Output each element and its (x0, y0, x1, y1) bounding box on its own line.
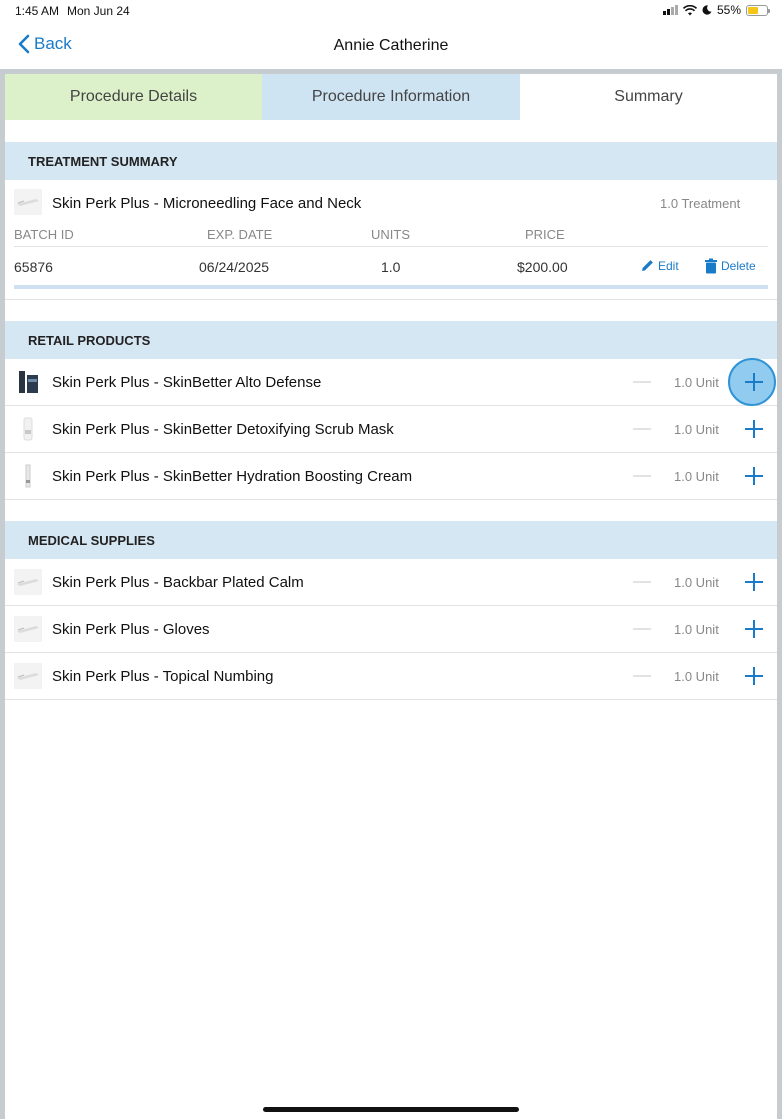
navigation-bar: Back Annie Catherine (0, 22, 782, 70)
product-thumbnail-icon (14, 663, 42, 689)
product-thumbnail-icon (25, 464, 31, 488)
home-indicator[interactable] (263, 1107, 519, 1112)
delete-button[interactable]: Delete (704, 258, 756, 274)
column-header-units: UNITS (371, 227, 410, 242)
plus-icon[interactable] (742, 664, 766, 688)
edit-button[interactable]: Edit (640, 258, 679, 273)
retail-products-header: RETAIL PRODUCTS (5, 321, 777, 359)
decrement-button[interactable] (633, 628, 651, 630)
treatment-row-underline (14, 285, 768, 289)
trash-icon (705, 258, 717, 274)
product-thumbnail-icon (14, 569, 42, 595)
product-name: Skin Perk Plus - Gloves (52, 620, 210, 638)
tab-procedure-information[interactable]: Procedure Information (262, 74, 520, 120)
delete-label: Delete (721, 259, 756, 273)
decrement-button[interactable] (633, 675, 651, 677)
plus-icon[interactable] (742, 417, 766, 441)
product-quantity: 1.0 Unit (674, 668, 719, 684)
treatment-name: Skin Perk Plus - Microneedling Face and … (52, 195, 362, 212)
plus-icon[interactable] (742, 464, 766, 488)
product-quantity: 1.0 Unit (674, 374, 719, 390)
plus-icon[interactable] (742, 370, 766, 394)
product-name: Skin Perk Plus - Topical Numbing (52, 667, 274, 685)
tab-summary[interactable]: Summary (520, 74, 777, 120)
product-thumbnail-icon (14, 616, 42, 642)
plus-icon[interactable] (742, 570, 766, 594)
product-thumbnail-icon (23, 417, 33, 441)
units-value: 1.0 (381, 259, 401, 275)
treatment-summary-header: TREATMENT SUMMARY (5, 142, 777, 180)
plus-icon[interactable] (742, 617, 766, 641)
battery-icon (746, 4, 770, 16)
status-indicators: 55% (662, 3, 770, 17)
product-thumbnail-icon (14, 189, 42, 215)
decrement-button[interactable] (633, 381, 651, 383)
decrement-button[interactable] (633, 475, 651, 477)
tab-procedure-details[interactable]: Procedure Details (5, 74, 262, 120)
decrement-button[interactable] (633, 581, 651, 583)
battery-percentage: 55% (716, 3, 741, 17)
price-value: $200.00 (517, 259, 568, 275)
list-item: Skin Perk Plus - Topical Numbing 1.0 Uni… (5, 653, 777, 700)
status-bar: 1:45 AM Mon Jun 24 55% (0, 0, 782, 22)
divider (14, 246, 768, 247)
list-item: Skin Perk Plus - SkinBetter Hydration Bo… (5, 453, 777, 500)
exp-date-value: 06/24/2025 (199, 259, 270, 275)
wifi-icon (682, 4, 697, 15)
product-name: Skin Perk Plus - SkinBetter Hydration Bo… (52, 467, 413, 485)
product-quantity: 1.0 Unit (674, 421, 719, 437)
column-header-price: PRICE (525, 227, 565, 242)
product-quantity: 1.0 Unit (674, 468, 719, 484)
main-content: Procedure Details Procedure Information … (0, 69, 782, 1119)
list-item: Skin Perk Plus - SkinBetter Detoxifying … (5, 406, 777, 453)
decrement-button[interactable] (633, 428, 651, 430)
tab-bar: Procedure Details Procedure Information … (5, 74, 777, 120)
batch-id-value: 65876 (14, 259, 53, 275)
product-thumbnail-icon (19, 371, 38, 393)
treatment-quantity: 1.0 Treatment (660, 196, 741, 211)
edit-label: Edit (658, 258, 679, 273)
product-name: Skin Perk Plus - Backbar Plated Calm (52, 573, 304, 591)
list-item: Skin Perk Plus - Backbar Plated Calm 1.0… (5, 559, 777, 606)
status-date: Mon Jun 24 (67, 4, 130, 18)
page-title: Annie Catherine (333, 37, 449, 54)
product-name: Skin Perk Plus - SkinBetter Detoxifying … (52, 420, 394, 438)
cellular-signal-icon (662, 5, 678, 15)
list-item: Skin Perk Plus - SkinBetter Alto Defense… (5, 358, 777, 406)
medical-supplies-header: MEDICAL SUPPLIES (5, 521, 777, 559)
product-quantity: 1.0 Unit (674, 574, 719, 590)
pencil-icon (642, 260, 653, 271)
status-time: 1:45 AM (15, 4, 60, 18)
column-header-exp-date: EXP. DATE (207, 227, 273, 242)
product-name: Skin Perk Plus - SkinBetter Alto Defense (52, 373, 322, 391)
product-quantity: 1.0 Unit (674, 621, 719, 637)
divider (5, 299, 777, 300)
column-header-batch-id: BATCH ID (14, 227, 74, 242)
list-item: Skin Perk Plus - Gloves 1.0 Unit (5, 606, 777, 653)
moon-icon (702, 5, 712, 15)
